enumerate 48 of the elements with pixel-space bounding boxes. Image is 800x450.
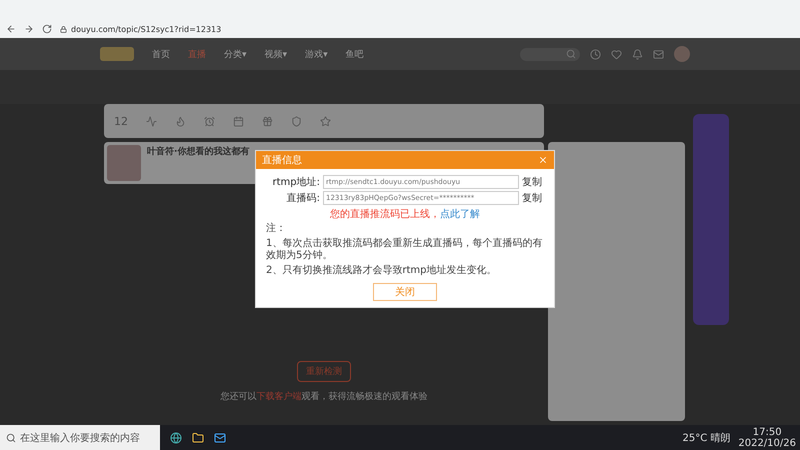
calendar-icon: [233, 116, 244, 126]
taskbar-search[interactable]: 在这里输入你要搜索的内容: [0, 425, 160, 450]
level-number: 12: [114, 114, 128, 128]
address-bar[interactable]: douyu.com/topic/S12syc1?rid=12313: [60, 24, 222, 34]
clock-icon: [590, 48, 601, 60]
search-icon: [566, 48, 576, 58]
gift-icon: [262, 116, 273, 126]
folder-icon: [192, 432, 204, 444]
stream-title: 叶音符·你想看的我这都有: [147, 145, 250, 159]
heart-icon: [611, 48, 622, 60]
mail-icon: [214, 432, 226, 444]
nav-link[interactable]: 首页: [152, 48, 170, 60]
download-notice: 您还可以下载客户端观看，获得流畅极速的观看体验: [220, 390, 428, 403]
note-text: 1、每次点击获取推流码都会重新生成直播码，每个直播码的有效期为5分钟。: [266, 238, 544, 262]
nav-link[interactable]: 视频▾: [264, 48, 288, 60]
note-text: 注：: [266, 223, 287, 236]
back-icon[interactable]: [6, 24, 16, 34]
clock-date: 2022/10/26: [738, 438, 796, 448]
avatar[interactable]: [674, 46, 690, 62]
search-field[interactable]: [520, 48, 580, 60]
alarm-icon: [204, 116, 215, 126]
photo-placeholder: [107, 145, 141, 181]
learn-more-link[interactable]: 点此了解: [440, 209, 480, 220]
nav-link[interactable]: 分类▾: [224, 48, 247, 60]
nav-link[interactable]: 鱼吧: [346, 48, 364, 60]
status-message: 您的直播推流码已上线，点此了解: [329, 208, 481, 221]
field-label: 直播码:: [286, 192, 320, 205]
bell-icon: [632, 48, 643, 60]
search-icon: [6, 432, 16, 442]
dialog-title: 直播信息: [262, 154, 302, 167]
copy-link[interactable]: 复制: [522, 175, 544, 189]
field-label: rtmp地址:: [272, 176, 320, 189]
download-link[interactable]: 下载客户端: [256, 392, 302, 402]
nav-link[interactable]: 游戏▾: [305, 48, 328, 60]
reload-icon[interactable]: [42, 24, 52, 34]
globe-icon: [170, 432, 182, 444]
note-text: 2、只有切换推流线路才会导致rtmp地址发生变化。: [266, 264, 498, 277]
close-button[interactable]: 关闭: [373, 283, 437, 301]
activity-icon: [146, 116, 157, 126]
weather-text: 25°C 晴朗: [682, 432, 730, 444]
mail-icon: [653, 48, 664, 60]
star-icon: [320, 116, 331, 126]
shield-icon: [291, 116, 302, 126]
copy-link[interactable]: 复制: [522, 191, 544, 205]
forward-icon[interactable]: [24, 24, 34, 34]
close-icon[interactable]: [538, 155, 548, 165]
clock-time: 17:50: [752, 426, 782, 438]
flame-icon: [175, 116, 186, 126]
